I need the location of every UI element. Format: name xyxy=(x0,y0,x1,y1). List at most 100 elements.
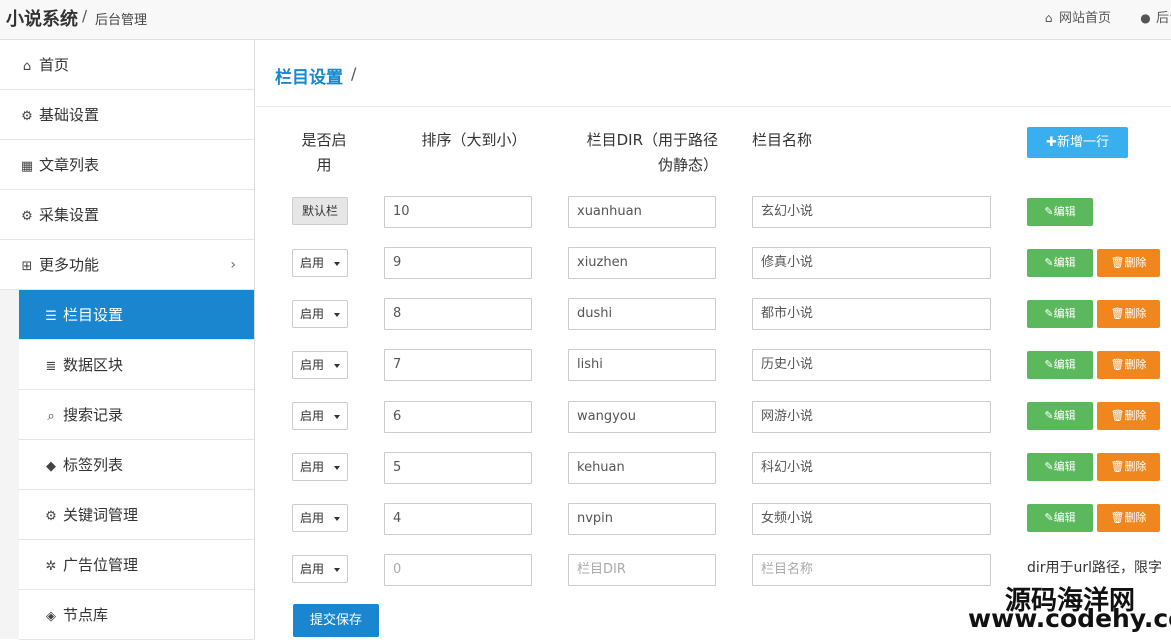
dir-input[interactable]: xuanhuan xyxy=(568,196,716,228)
sidebar-item-label: 首页 xyxy=(39,56,70,74)
sidebar-subitem-ad-management[interactable]: ✲ 广告位管理 xyxy=(19,540,254,590)
sidebar-item-label: 文章列表 xyxy=(39,156,100,174)
sidebar-item-article-list[interactable]: ▦ 文章列表 xyxy=(0,140,254,190)
new-row-dir-input[interactable]: 栏目DIR xyxy=(568,554,716,586)
delete-button[interactable]: 🗑删除 xyxy=(1097,453,1160,481)
new-row-name-input[interactable]: 栏目名称 xyxy=(752,554,991,586)
page-title: 栏目设置 xyxy=(275,68,343,88)
database-icon: ≣ xyxy=(45,359,57,374)
caret-down-icon xyxy=(334,517,340,521)
sort-input[interactable]: 7 xyxy=(384,349,532,381)
sidebar-subitem-label: 栏目设置 xyxy=(63,306,124,324)
status-select[interactable]: 启用 xyxy=(292,504,348,532)
edit-button[interactable]: ✎编辑 xyxy=(1027,504,1093,532)
page-header: 栏目设置 / xyxy=(256,40,1171,107)
sidebar-item-more-features[interactable]: ⊞ 更多功能 › xyxy=(0,240,254,290)
new-row-sort-input[interactable]: 0 xyxy=(384,554,532,586)
sort-input[interactable]: 6 xyxy=(384,401,532,433)
caret-down-icon xyxy=(334,415,340,419)
sort-input[interactable]: 5 xyxy=(384,452,532,484)
gears-icon: ⚙ xyxy=(21,209,33,224)
dir-input[interactable]: xiuzhen xyxy=(568,247,716,279)
column-header-dir-line1: 栏目DIR（用于路径 xyxy=(586,131,718,149)
user-icon: ● xyxy=(1140,11,1151,25)
status-select[interactable]: 启用 xyxy=(292,402,348,430)
delete-button[interactable]: 🗑删除 xyxy=(1097,300,1160,328)
caret-down-icon xyxy=(334,568,340,572)
sidebar: ⌂ 首页 ⚙ 基础设置 ▦ 文章列表 ⚙ 采集设置 ⊞ 更多功能 › ☰ 栏目设置 ≣ 数据区… xyxy=(0,40,255,640)
default-column-button[interactable]: 默认栏 xyxy=(292,197,348,225)
cube-icon: ◈ xyxy=(46,609,56,624)
edit-button[interactable]: ✎编辑 xyxy=(1027,402,1093,430)
sidebar-subitem-search-records[interactable]: ⌕ 搜索记录 xyxy=(19,390,254,440)
brand-subtitle: 后台管理 xyxy=(95,13,148,28)
admin-user-link[interactable]: ● 后台 xyxy=(1139,7,1171,26)
delete-button[interactable]: 🗑删除 xyxy=(1097,249,1160,277)
dir-input[interactable]: dushi xyxy=(568,298,716,330)
site-home-link[interactable]: ⌂ 网站首页 xyxy=(1042,7,1111,26)
column-name-input[interactable]: 网游小说 xyxy=(752,401,991,433)
dir-input[interactable]: lishi xyxy=(568,349,716,381)
caret-down-icon xyxy=(334,313,340,317)
column-header-dir-line2: 伪静态） xyxy=(657,156,718,174)
home-icon: ⌂ xyxy=(1044,11,1053,25)
status-select[interactable]: 启用 xyxy=(292,249,348,277)
watermark-url: www.codehy.com xyxy=(968,604,1171,633)
column-header-dir: 栏目DIR（用于路径 伪静态） xyxy=(568,128,718,178)
brand-separator: / xyxy=(82,7,88,25)
sidebar-subitem-keyword-management[interactable]: ⚙ 关键词管理 xyxy=(19,490,254,540)
column-name-input[interactable]: 都市小说 xyxy=(752,298,991,330)
delete-button[interactable]: 🗑删除 xyxy=(1097,402,1160,430)
edit-button[interactable]: ✎编辑 xyxy=(1027,453,1093,481)
column-name-input[interactable]: 女频小说 xyxy=(752,503,991,535)
admin-user-label: 后台 xyxy=(1156,11,1171,26)
sidebar-subitem-column-settings[interactable]: ☰ 栏目设置 xyxy=(19,290,254,340)
column-name-input[interactable]: 修真小说 xyxy=(752,247,991,279)
status-select-value: 启用 xyxy=(300,307,325,321)
sidebar-item-basic-settings[interactable]: ⚙ 基础设置 xyxy=(0,90,254,140)
column-name-input[interactable]: 历史小说 xyxy=(752,349,991,381)
dir-input[interactable]: wangyou xyxy=(568,401,716,433)
column-name-input[interactable]: 科幻小说 xyxy=(752,452,991,484)
edit-button[interactable]: ✎编辑 xyxy=(1027,198,1093,226)
sidebar-subitem-data-blocks[interactable]: ≣ 数据区块 xyxy=(19,340,254,390)
caret-down-icon xyxy=(334,364,340,368)
sort-input[interactable]: 4 xyxy=(384,503,532,535)
sidebar-subitem-label: 广告位管理 xyxy=(63,556,139,574)
delete-button[interactable]: 🗑删除 xyxy=(1097,504,1160,532)
status-select[interactable]: 启用 xyxy=(292,300,348,328)
sort-input[interactable]: 9 xyxy=(384,247,532,279)
sidebar-subitem-node-library[interactable]: ◈ 节点库 xyxy=(19,590,254,640)
sidebar-item-label: 采集设置 xyxy=(39,206,100,224)
submit-save-button[interactable]: 提交保存 xyxy=(293,604,379,637)
dir-input[interactable]: kehuan xyxy=(568,452,716,484)
edit-button[interactable]: ✎编辑 xyxy=(1027,351,1093,379)
sidebar-item-collect-settings[interactable]: ⚙ 采集设置 xyxy=(0,190,254,240)
brand-title[interactable]: 小说系统 xyxy=(6,5,78,31)
main-content: 栏目设置 / 是否启 用 排序（大到小） 栏目DIR（用于路径 伪静态） 栏目名… xyxy=(256,40,1171,639)
dir-hint-text: dir用于url路径，限字 xyxy=(1027,560,1163,576)
column-header-enabled-line2: 用 xyxy=(316,156,332,174)
edit-button[interactable]: ✎编辑 xyxy=(1027,300,1093,328)
dir-input[interactable]: nvpin xyxy=(568,503,716,535)
status-select[interactable]: 启用 xyxy=(292,453,348,481)
sort-input[interactable]: 8 xyxy=(384,298,532,330)
sidebar-subitem-tag-list[interactable]: ◆ 标签列表 xyxy=(19,440,254,490)
status-select-value: 启用 xyxy=(300,358,325,372)
sidebar-item-home[interactable]: ⌂ 首页 xyxy=(0,40,254,90)
site-home-label: 网站首页 xyxy=(1059,11,1112,26)
caret-down-icon xyxy=(334,262,340,266)
column-name-input[interactable]: 玄幻小说 xyxy=(752,196,991,228)
status-select[interactable]: 启用 xyxy=(292,351,348,379)
tag-icon: ◆ xyxy=(46,459,56,474)
sort-input[interactable]: 10 xyxy=(384,196,532,228)
home-icon: ⌂ xyxy=(22,59,32,74)
column-header-name: 栏目名称 xyxy=(752,131,813,149)
add-row-button[interactable]: ✚新增一行 xyxy=(1027,127,1128,158)
sidebar-item-label: 更多功能 xyxy=(39,256,100,274)
sidebar-subitem-label: 节点库 xyxy=(63,606,109,624)
column-header-enabled-line1: 是否启 xyxy=(301,131,347,149)
new-row-status-select[interactable]: 启用 xyxy=(292,555,348,583)
delete-button[interactable]: 🗑删除 xyxy=(1097,351,1160,379)
edit-button[interactable]: ✎编辑 xyxy=(1027,249,1093,277)
